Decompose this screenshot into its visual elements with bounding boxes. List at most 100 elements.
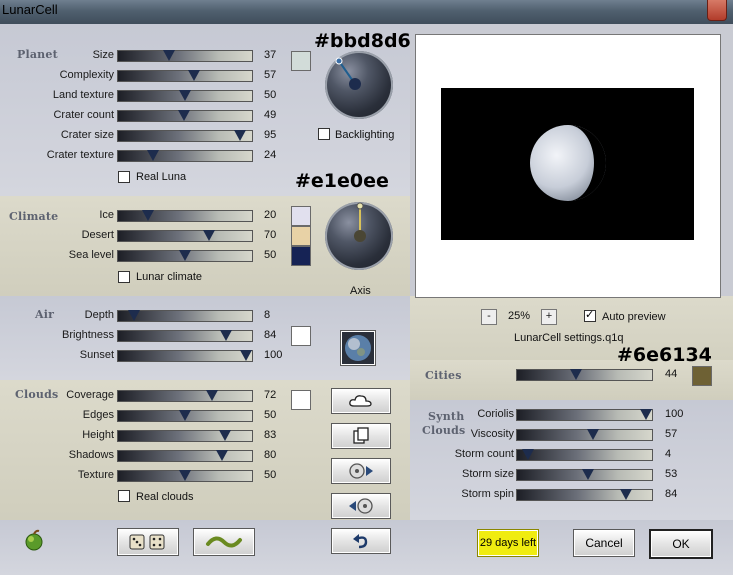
slider-thumb[interactable] — [206, 390, 218, 401]
slider-thumb[interactable] — [147, 150, 159, 161]
slider-thumb[interactable] — [587, 429, 599, 440]
slider-track[interactable] — [516, 449, 653, 461]
disc-forward-button[interactable] — [331, 458, 391, 484]
wave-button[interactable] — [193, 528, 255, 556]
copy-button[interactable] — [331, 423, 391, 449]
disc-back-icon — [349, 498, 373, 514]
slider-label: Complexity — [59, 69, 114, 81]
synth-clouds-title-1: Synth — [428, 410, 465, 423]
slider-thumb[interactable] — [142, 210, 154, 221]
slider-thumb[interactable] — [188, 70, 200, 81]
slider-label: Storm count — [454, 448, 514, 460]
slider-track[interactable] — [117, 470, 253, 482]
slider-track[interactable] — [117, 90, 253, 102]
real-clouds-checkbox[interactable] — [118, 490, 130, 502]
zoom-in-button[interactable]: + — [541, 309, 557, 325]
slider-track[interactable] — [117, 50, 253, 62]
cities-value: 44 — [665, 368, 678, 380]
apple-icon[interactable] — [22, 528, 46, 552]
slider-value: 100 — [665, 408, 684, 420]
slider-thumb[interactable] — [219, 430, 231, 441]
slider-track[interactable] — [117, 250, 253, 262]
slider-label: Height — [82, 429, 114, 441]
clouds-color-swatch[interactable] — [291, 390, 311, 410]
cloud-button[interactable] — [331, 388, 391, 414]
slider-track[interactable] — [117, 110, 253, 122]
light-direction-indicator — [335, 57, 361, 90]
slider-value: 84 — [665, 488, 678, 500]
lunar-climate-checkbox[interactable] — [118, 271, 130, 283]
slider-thumb[interactable] — [179, 470, 191, 481]
auto-preview-checkbox[interactable] — [584, 308, 596, 322]
slider-thumb[interactable] — [522, 449, 534, 460]
climate-section-title: Climate — [9, 210, 59, 223]
slider-thumb[interactable] — [179, 250, 191, 261]
slider-track[interactable] — [117, 130, 253, 142]
slider-track[interactable] — [117, 150, 253, 162]
slider-track[interactable] — [117, 70, 253, 82]
air-color-swatch[interactable] — [291, 326, 311, 346]
slider-track[interactable] — [516, 429, 653, 441]
slider-track[interactable] — [516, 409, 653, 421]
cities-slider[interactable] — [516, 369, 653, 381]
slider-thumb[interactable] — [234, 130, 246, 141]
cities-slider-thumb[interactable] — [570, 369, 582, 380]
slider-track[interactable] — [117, 330, 253, 342]
copy-icon — [353, 427, 369, 444]
slider-thumb[interactable] — [203, 230, 215, 241]
slider-track[interactable] — [117, 390, 253, 402]
slider-value: 37 — [264, 49, 277, 61]
slider-thumb[interactable] — [240, 350, 252, 361]
slider-value: 50 — [264, 89, 277, 101]
trial-days-button[interactable]: 29 days left — [477, 529, 539, 557]
slider-label: Shadows — [68, 449, 114, 461]
slider-track[interactable] — [117, 210, 253, 222]
disc-forward-icon — [349, 463, 373, 479]
ok-button[interactable]: OK — [649, 529, 713, 559]
cities-color-swatch[interactable] — [692, 366, 712, 386]
planet-thumbnail-button[interactable] — [340, 330, 376, 366]
close-button[interactable] — [707, 0, 727, 21]
slider-thumb[interactable] — [220, 330, 232, 341]
backlighting-checkbox[interactable] — [318, 128, 330, 140]
slider-thumb[interactable] — [178, 110, 190, 121]
slider-value: 50 — [264, 409, 277, 421]
slider-thumb[interactable] — [179, 90, 191, 101]
preview-image — [441, 88, 694, 240]
slider-thumb[interactable] — [640, 409, 652, 420]
slider-label: Land texture — [52, 89, 114, 101]
slider-label: Ice — [99, 209, 114, 221]
planet-color-swatch[interactable] — [291, 51, 311, 71]
desert-color-swatch[interactable] — [291, 226, 311, 246]
air-section-title: Air — [35, 308, 55, 321]
slider-thumb[interactable] — [163, 50, 175, 61]
zoom-out-button[interactable]: - — [481, 309, 497, 325]
auto-preview-label: Auto preview — [602, 311, 666, 323]
slider-value: 70 — [264, 229, 277, 241]
slider-thumb[interactable] — [582, 469, 594, 480]
slider-track[interactable] — [516, 469, 653, 481]
slider-track[interactable] — [516, 489, 653, 501]
undo-button[interactable] — [331, 528, 391, 554]
slider-track[interactable] — [117, 430, 253, 442]
sea-color-swatch[interactable] — [291, 246, 311, 266]
slider-thumb[interactable] — [216, 450, 228, 461]
slider-value: 20 — [264, 209, 277, 221]
slider-track[interactable] — [117, 230, 253, 242]
disc-back-button[interactable] — [331, 493, 391, 519]
ice-color-swatch[interactable] — [291, 206, 311, 226]
slider-thumb[interactable] — [128, 310, 140, 321]
randomize-button[interactable] — [117, 528, 179, 556]
cancel-button[interactable]: Cancel — [573, 529, 635, 557]
slider-track[interactable] — [117, 350, 253, 362]
slider-track[interactable] — [117, 410, 253, 422]
slider-track[interactable] — [117, 450, 253, 462]
real-luna-checkbox[interactable] — [118, 171, 130, 183]
slider-value: 53 — [665, 468, 678, 480]
slider-thumb[interactable] — [620, 489, 632, 500]
planet-thumbnail-icon — [345, 335, 371, 361]
slider-thumb[interactable] — [179, 410, 191, 421]
real-clouds-label: Real clouds — [136, 491, 194, 503]
slider-track[interactable] — [117, 310, 253, 322]
slider-value: 100 — [264, 349, 283, 361]
